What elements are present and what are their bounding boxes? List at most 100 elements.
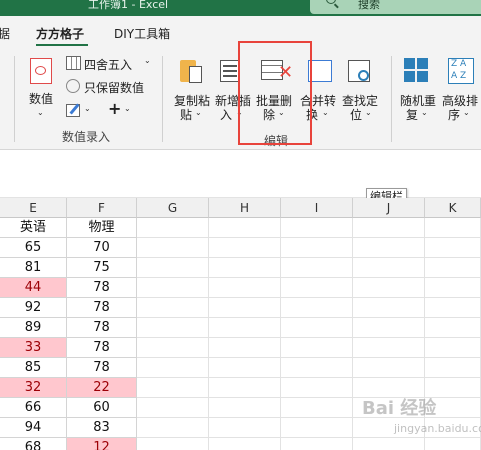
cell-english[interactable]: 94 bbox=[0, 418, 67, 438]
search-box[interactable] bbox=[310, 0, 481, 14]
separator bbox=[391, 56, 392, 142]
empty-cell[interactable] bbox=[353, 218, 425, 238]
empty-cell[interactable] bbox=[281, 278, 353, 298]
edit-icon[interactable] bbox=[66, 103, 80, 117]
empty-cell[interactable] bbox=[425, 298, 481, 318]
empty-cell[interactable] bbox=[137, 338, 209, 358]
group-label-data-entry: 数值录入 bbox=[62, 130, 111, 144]
empty-cell[interactable] bbox=[137, 218, 209, 238]
cell-header-english[interactable]: 英语 bbox=[0, 218, 67, 238]
chevron-down-icon[interactable]: ⌄ bbox=[124, 104, 131, 113]
cell-english[interactable]: 81 bbox=[0, 258, 67, 278]
plus-button[interactable]: + bbox=[108, 99, 121, 118]
cell-physics[interactable]: 78 bbox=[67, 338, 137, 358]
cell-physics[interactable]: 70 bbox=[67, 238, 137, 258]
column-header-g[interactable]: G bbox=[137, 198, 209, 218]
empty-cell[interactable] bbox=[425, 318, 481, 338]
empty-cell[interactable] bbox=[281, 418, 353, 438]
empty-cell[interactable] bbox=[209, 338, 281, 358]
empty-cell[interactable] bbox=[209, 318, 281, 338]
empty-cell[interactable] bbox=[209, 438, 281, 450]
cell-english[interactable]: 66 bbox=[0, 398, 67, 418]
column-header-k[interactable]: K bbox=[425, 198, 481, 218]
empty-cell[interactable] bbox=[425, 258, 481, 278]
tab-data[interactable]: 据 bbox=[0, 25, 10, 42]
cell-physics[interactable]: 78 bbox=[67, 318, 137, 338]
empty-cell[interactable] bbox=[281, 378, 353, 398]
cell-physics[interactable]: 78 bbox=[67, 298, 137, 318]
cell-english[interactable]: 44 bbox=[0, 278, 67, 298]
insert-rows-icon bbox=[220, 60, 240, 82]
empty-cell[interactable] bbox=[209, 358, 281, 378]
cell-physics[interactable]: 78 bbox=[67, 358, 137, 378]
empty-cell[interactable] bbox=[137, 438, 209, 450]
empty-cell[interactable] bbox=[425, 278, 481, 298]
cell-physics[interactable]: 12 bbox=[67, 438, 137, 450]
cell-english[interactable]: 33 bbox=[0, 338, 67, 358]
empty-cell[interactable] bbox=[209, 278, 281, 298]
empty-cell[interactable] bbox=[281, 238, 353, 258]
empty-cell[interactable] bbox=[209, 418, 281, 438]
column-header-i[interactable]: I bbox=[281, 198, 353, 218]
cell-english[interactable]: 92 bbox=[0, 298, 67, 318]
formula-bar-area[interactable] bbox=[0, 150, 481, 198]
empty-cell[interactable] bbox=[209, 238, 281, 258]
empty-cell[interactable] bbox=[281, 218, 353, 238]
empty-cell[interactable] bbox=[137, 258, 209, 278]
empty-cell[interactable] bbox=[281, 258, 353, 278]
empty-cell[interactable] bbox=[281, 358, 353, 378]
empty-cell[interactable] bbox=[209, 258, 281, 278]
empty-cell[interactable] bbox=[137, 278, 209, 298]
column-header-f[interactable]: F bbox=[67, 198, 137, 218]
empty-cell[interactable] bbox=[137, 398, 209, 418]
empty-cell[interactable] bbox=[353, 278, 425, 298]
empty-cell[interactable] bbox=[281, 398, 353, 418]
empty-cell[interactable] bbox=[137, 238, 209, 258]
empty-cell[interactable] bbox=[425, 438, 481, 450]
empty-cell[interactable] bbox=[137, 378, 209, 398]
tab-diy-toolbox[interactable]: DIY工具箱 bbox=[114, 25, 170, 42]
empty-cell[interactable] bbox=[209, 378, 281, 398]
cell-english[interactable]: 68 bbox=[0, 438, 67, 450]
empty-cell[interactable] bbox=[281, 298, 353, 318]
tab-fangfangezi[interactable]: 方方格子 bbox=[36, 25, 84, 42]
empty-cell[interactable] bbox=[137, 318, 209, 338]
empty-cell[interactable] bbox=[353, 338, 425, 358]
cell-english[interactable]: 85 bbox=[0, 358, 67, 378]
cell-physics[interactable]: 75 bbox=[67, 258, 137, 278]
cell-english[interactable]: 89 bbox=[0, 318, 67, 338]
cell-header-physics[interactable]: 物理 bbox=[67, 218, 137, 238]
cell-english[interactable]: 32 bbox=[0, 378, 67, 398]
empty-cell[interactable] bbox=[137, 298, 209, 318]
empty-cell[interactable] bbox=[209, 398, 281, 418]
chevron-down-icon[interactable]: ⌄ bbox=[84, 104, 91, 113]
empty-cell[interactable] bbox=[353, 258, 425, 278]
column-header-j[interactable]: J bbox=[353, 198, 425, 218]
column-header-e[interactable]: E bbox=[0, 198, 67, 218]
empty-cell[interactable] bbox=[425, 338, 481, 358]
cell-physics[interactable]: 22 bbox=[67, 378, 137, 398]
empty-cell[interactable] bbox=[281, 338, 353, 358]
cell-physics[interactable]: 83 bbox=[67, 418, 137, 438]
empty-cell[interactable] bbox=[209, 218, 281, 238]
search-label[interactable]: 搜索 bbox=[358, 0, 380, 12]
empty-cell[interactable] bbox=[281, 438, 353, 450]
empty-cell[interactable] bbox=[353, 438, 425, 450]
cell-english[interactable]: 65 bbox=[0, 238, 67, 258]
empty-cell[interactable] bbox=[137, 418, 209, 438]
empty-cell[interactable] bbox=[137, 358, 209, 378]
empty-cell[interactable] bbox=[425, 238, 481, 258]
highlight-box bbox=[238, 41, 312, 145]
cell-physics[interactable]: 78 bbox=[67, 278, 137, 298]
empty-cell[interactable] bbox=[353, 318, 425, 338]
empty-cell[interactable] bbox=[425, 358, 481, 378]
empty-cell[interactable] bbox=[281, 318, 353, 338]
empty-cell[interactable] bbox=[425, 218, 481, 238]
empty-cell[interactable] bbox=[353, 238, 425, 258]
empty-cell[interactable] bbox=[209, 298, 281, 318]
column-header-h[interactable]: H bbox=[209, 198, 281, 218]
empty-cell[interactable] bbox=[353, 358, 425, 378]
cell-physics[interactable]: 60 bbox=[67, 398, 137, 418]
clock-icon bbox=[66, 79, 80, 93]
empty-cell[interactable] bbox=[353, 298, 425, 318]
